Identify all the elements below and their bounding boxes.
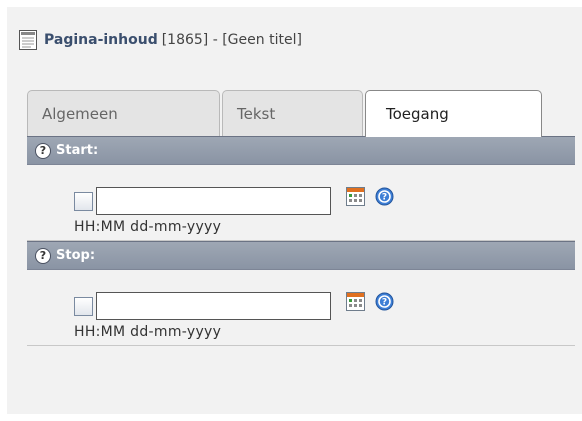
svg-text:?: ?	[382, 192, 387, 202]
tab-label: Toegang	[386, 105, 449, 123]
calendar-icon[interactable]	[346, 186, 365, 206]
tab-label: Tekst	[237, 105, 276, 123]
stop-enable-checkbox[interactable]	[74, 296, 93, 316]
stop-section-header: ? Stop:	[27, 241, 575, 270]
record-type-title: Pagina-inhoud	[44, 32, 158, 48]
info-icon[interactable]: ?	[375, 292, 394, 311]
stop-format-hint: HH:MM dd-mm-yyyy	[74, 324, 222, 340]
tab-algemeen[interactable]: Algemeen	[27, 90, 220, 136]
start-label: Start:	[56, 143, 99, 158]
tab-bar: Algemeen Tekst Toegang	[27, 90, 575, 137]
help-icon[interactable]: ?	[35, 142, 51, 159]
start-date-input[interactable]	[96, 187, 331, 215]
stop-date-input[interactable]	[96, 292, 331, 320]
start-enable-checkbox[interactable]	[74, 191, 93, 211]
tab-toegang[interactable]: Toegang	[365, 90, 542, 137]
tab-tekst[interactable]: Tekst	[222, 90, 363, 136]
start-format-hint: HH:MM dd-mm-yyyy	[74, 219, 222, 235]
start-section-body: ? HH:MM dd-mm-yyyy	[27, 165, 575, 241]
record-header: Pagina-inhoud [1865] - [Geen titel]	[19, 28, 302, 52]
tab-label: Algemeen	[42, 105, 118, 123]
page-content-icon	[19, 30, 37, 50]
start-section-header: ? Start:	[27, 136, 575, 165]
svg-text:?: ?	[382, 297, 387, 307]
help-icon[interactable]: ?	[35, 247, 51, 264]
stop-date-row: ?	[74, 291, 394, 320]
record-id-title: [1865] - [Geen titel]	[161, 32, 302, 48]
start-date-row: ?	[74, 186, 394, 215]
access-sections: ? Start: ? HH:MM dd-mm-yyyy ? Stop: ? HH…	[27, 136, 575, 346]
calendar-icon[interactable]	[346, 291, 365, 311]
stop-section-body: ? HH:MM dd-mm-yyyy	[27, 270, 575, 346]
info-icon[interactable]: ?	[375, 187, 394, 206]
stop-label: Stop:	[56, 248, 96, 263]
